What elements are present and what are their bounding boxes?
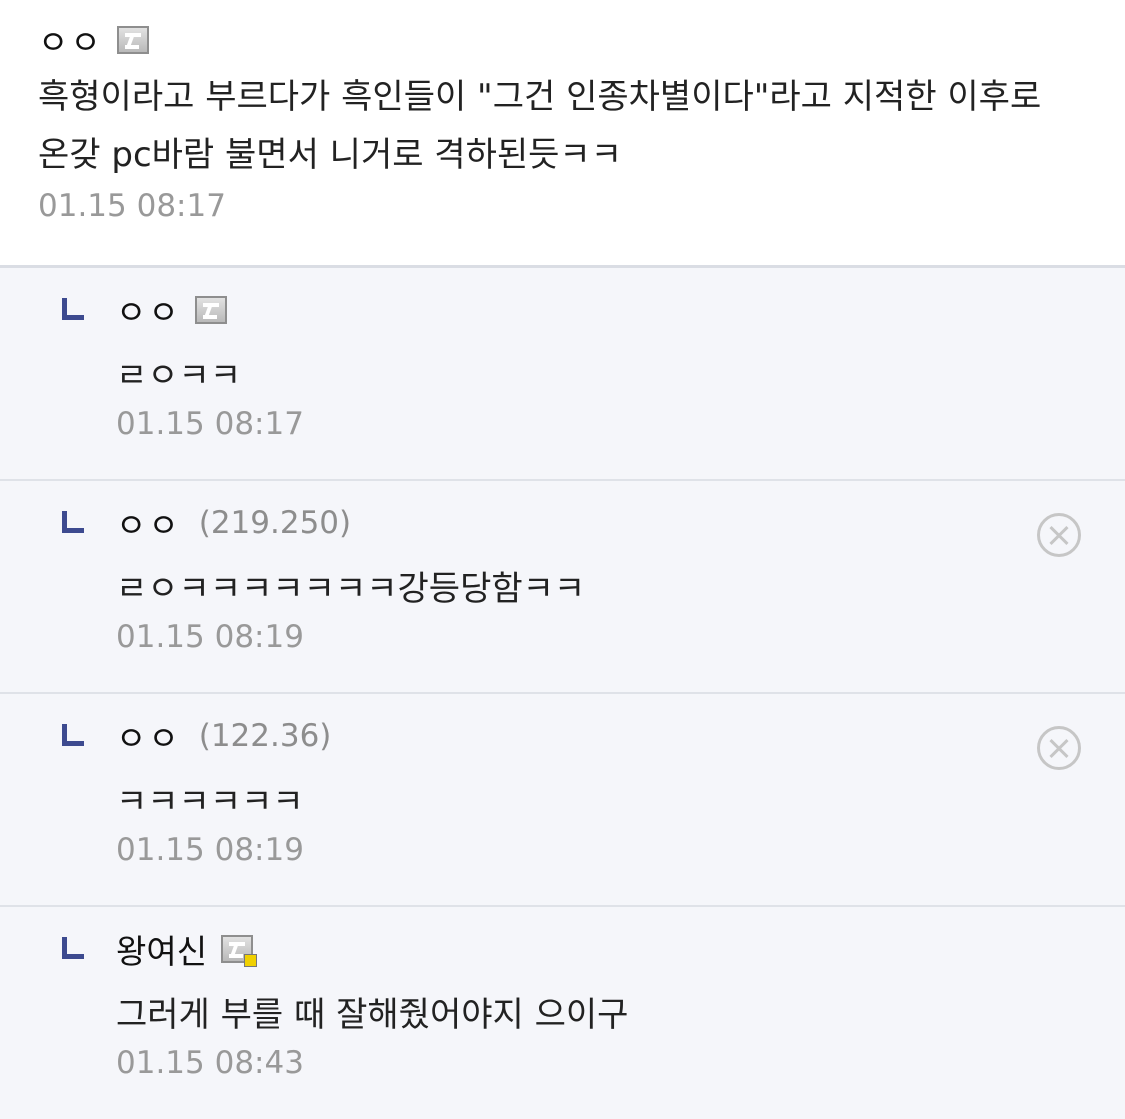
- reply-text: 그러게 부를 때 잘해줬어야지 으이구: [116, 995, 629, 1035]
- reply-timestamp: 01.15 08:43: [116, 1045, 304, 1081]
- reply-nickname[interactable]: ㅇㅇ: [116, 712, 181, 760]
- reply-timestamp: 01.15 08:17: [116, 406, 304, 442]
- reply-arrow-icon: [62, 937, 84, 959]
- reply-text: ㄹㅇㅋㅋㅋㅋㅋㅋㅋ강등당함ㅋㅋ: [116, 569, 586, 609]
- reply-nickname[interactable]: ㅇㅇ: [116, 286, 181, 334]
- reply-author-line: ㅇㅇ (219.250): [116, 501, 1085, 545]
- reply-arrow-icon: [62, 724, 84, 746]
- reply-nickname[interactable]: 왕여신: [116, 925, 207, 973]
- reply-arrow-icon: [62, 511, 84, 533]
- close-circle-icon[interactable]: [1037, 513, 1081, 557]
- reply-author-line: ㅇㅇ: [116, 288, 1085, 332]
- reply-author-line: ㅇㅇ (122.36): [116, 714, 1085, 758]
- reply-item: ㅇㅇ ㄹㅇㅋㅋ 01.15 08:17: [0, 268, 1125, 481]
- reply-item: ㅇㅇ (122.36) ㅋㅋㅋㅋㅋㅋ 01.15 08:19: [0, 694, 1125, 907]
- comment-timestamp: 01.15 08:17: [38, 188, 226, 224]
- reply-item: 왕여신 그러게 부를 때 잘해줬어야지 으이구 01.15 08:43: [0, 907, 1125, 1119]
- reply-item: ㅇㅇ (219.250) ㄹㅇㅋㅋㅋㅋㅋㅋㅋ강등당함ㅋㅋ 01.15 08:19: [0, 481, 1125, 694]
- reply-timestamp: 01.15 08:19: [116, 832, 304, 868]
- comment-nickname[interactable]: ㅇㅇ: [38, 16, 103, 64]
- reply-text: ㅋㅋㅋㅋㅋㅋ: [116, 782, 304, 822]
- fixed-nick-badge-icon: [116, 26, 149, 54]
- reply-timestamp: 01.15 08:19: [116, 619, 304, 655]
- reply-arrow-icon: [62, 298, 84, 320]
- semi-fixed-nick-badge-icon: [221, 935, 258, 967]
- fixed-nick-badge-icon: [194, 296, 227, 324]
- comment-item: ㅇㅇ 흑형이라고 부르다가 흑인들이 "그건 인종차별이다"라고 지적한 이후로…: [0, 0, 1125, 268]
- reply-ip-address: (219.250): [198, 505, 352, 541]
- comment-text: 흑형이라고 부르다가 흑인들이 "그건 인종차별이다"라고 지적한 이후로 온갖…: [38, 77, 1042, 175]
- reply-ip-address: (122.36): [198, 718, 332, 754]
- reply-nickname[interactable]: ㅇㅇ: [116, 499, 181, 547]
- comment-author-line: ㅇㅇ: [38, 18, 1085, 62]
- close-circle-icon[interactable]: [1037, 726, 1081, 770]
- reply-author-line: 왕여신: [116, 927, 1085, 971]
- reply-text: ㄹㅇㅋㅋ: [116, 356, 242, 396]
